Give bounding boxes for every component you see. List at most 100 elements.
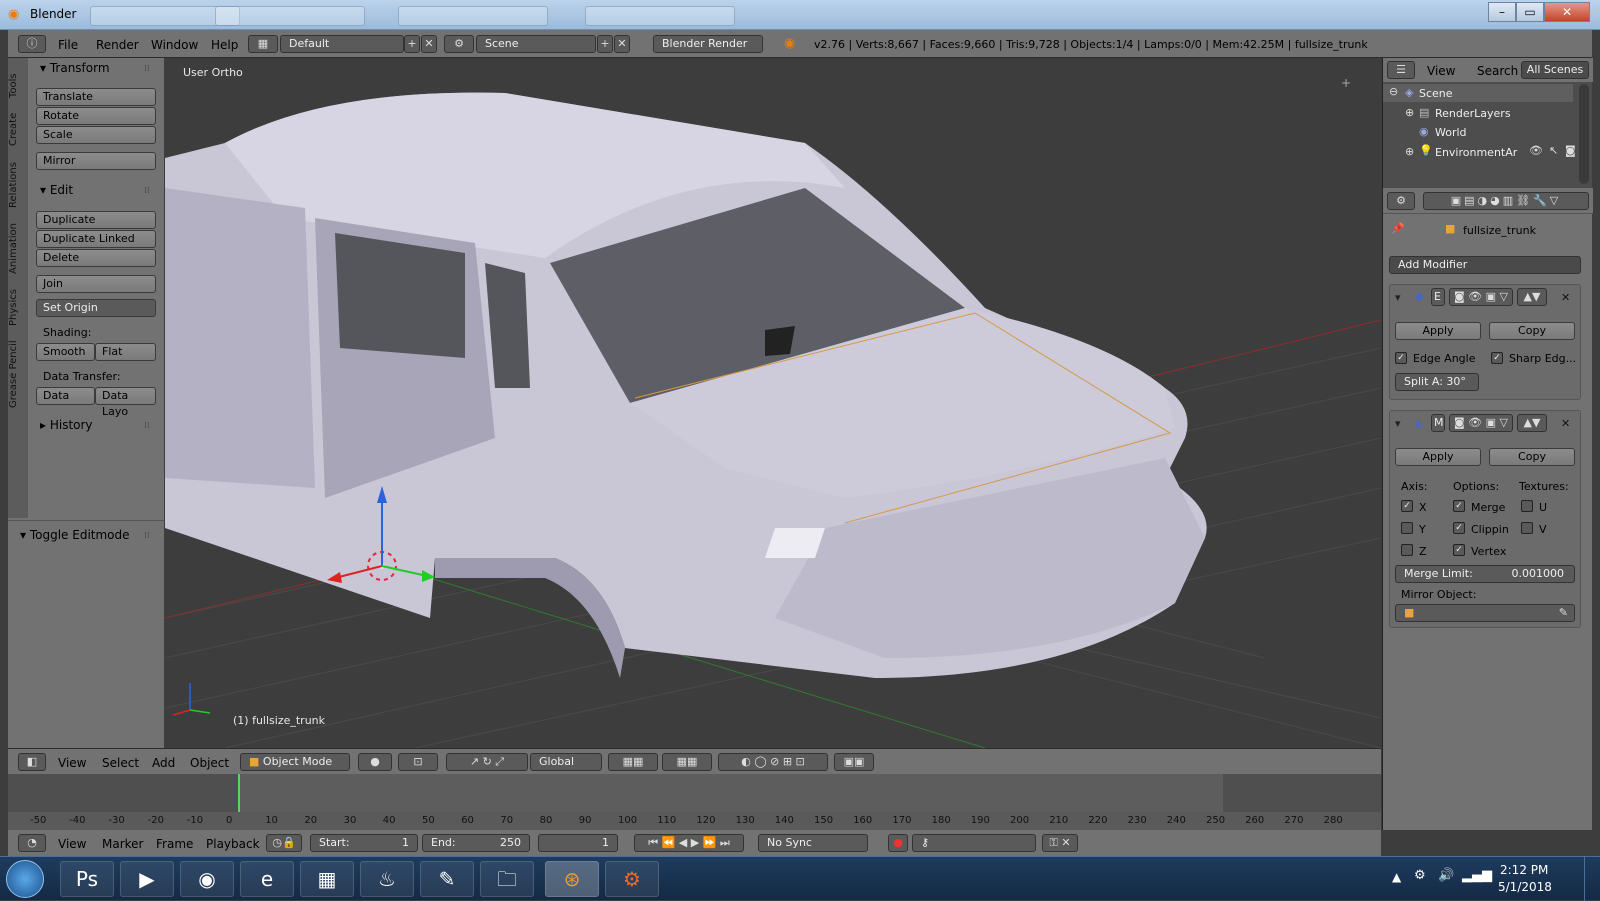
- transform-panel-title[interactable]: ▾ Transform: [40, 61, 110, 75]
- editor-type-3dview-icon[interactable]: ◧: [18, 753, 46, 771]
- end-frame-field[interactable]: End: 250: [422, 834, 530, 852]
- menu-object[interactable]: Object: [190, 756, 229, 770]
- expand-icon[interactable]: ⊕: [1405, 145, 1414, 158]
- edge-angle-checkbox[interactable]: ✓: [1395, 352, 1407, 364]
- data-button[interactable]: Data: [36, 387, 95, 405]
- drag-handle-icon[interactable]: ⁞⁞: [144, 531, 150, 541]
- mirror-button[interactable]: Mirror: [36, 152, 156, 170]
- viewport-expand-icon[interactable]: +: [1341, 76, 1351, 90]
- maximize-button[interactable]: ▭: [1516, 2, 1544, 22]
- menu-frame[interactable]: Frame: [156, 837, 193, 851]
- merge-checkbox[interactable]: ✓: [1453, 500, 1465, 512]
- render-preview-icon[interactable]: ▣▣: [834, 753, 874, 771]
- drag-handle-icon[interactable]: ⁞⁞: [144, 186, 150, 196]
- taskbar-media-icon[interactable]: ▶: [120, 861, 174, 897]
- use-preview-range-icon[interactable]: ◷🔒: [266, 834, 302, 852]
- modifier-visibility-icons[interactable]: ◙ 👁 ▣ ▽: [1449, 288, 1513, 306]
- clipping-checkbox[interactable]: ✓: [1453, 522, 1465, 534]
- display-mode-dropdown[interactable]: All Scenes: [1521, 61, 1589, 79]
- modifier-visibility-icons[interactable]: ◙ 👁 ▣ ▽: [1449, 414, 1513, 432]
- tray-signal-icon[interactable]: ▂▄▆: [1462, 868, 1492, 883]
- move-up-down-icon[interactable]: ▲▼: [1517, 414, 1547, 432]
- outliner-item-renderlayers[interactable]: RenderLayers: [1435, 107, 1511, 120]
- set-origin-dropdown[interactable]: Set Origin: [36, 299, 156, 317]
- taskbar-minecraft-icon[interactable]: ▦: [300, 861, 354, 897]
- copy-button[interactable]: Copy: [1489, 448, 1575, 466]
- collapse-icon[interactable]: ▾: [1395, 291, 1401, 304]
- menu-select[interactable]: Select: [102, 756, 139, 770]
- shading-mode-icon[interactable]: ●: [358, 753, 392, 771]
- translate-button[interactable]: Translate: [36, 88, 156, 106]
- duplicate-linked-button[interactable]: Duplicate Linked: [36, 230, 156, 248]
- expand-icon[interactable]: ⊖: [1389, 85, 1398, 98]
- split-angle-field[interactable]: Split A: 30°: [1395, 373, 1479, 391]
- collapse-icon[interactable]: ▾: [1395, 417, 1401, 430]
- tab-grease-pencil[interactable]: Grease Pencil: [8, 340, 19, 408]
- editor-type-timeline-icon[interactable]: ◔: [18, 834, 46, 852]
- start-button[interactable]: [6, 860, 44, 898]
- axis-y-checkbox[interactable]: [1401, 522, 1413, 534]
- start-frame-field[interactable]: Start: 1: [310, 834, 418, 852]
- browser-tab-ghost[interactable]: [215, 6, 365, 26]
- texture-v-checkbox[interactable]: [1521, 522, 1533, 534]
- render-engine-dropdown[interactable]: Blender Render: [653, 35, 763, 53]
- pivot-point-icon[interactable]: ⊡: [398, 753, 438, 771]
- mode-dropdown[interactable]: ■ Object Mode: [240, 753, 350, 771]
- car-body-mesh[interactable]: [165, 92, 1207, 679]
- remove-modifier-icon[interactable]: ✕: [1561, 291, 1570, 304]
- menu-file[interactable]: File: [58, 38, 78, 52]
- layout-field[interactable]: Default: [280, 35, 404, 53]
- taskbar-chrome-icon[interactable]: ◉: [180, 861, 234, 897]
- remove-modifier-icon[interactable]: ✕: [1561, 417, 1570, 430]
- editor-type-info-icon[interactable]: ⓘ: [18, 35, 46, 53]
- tray-volume-icon[interactable]: 🔊: [1438, 868, 1454, 883]
- layers-grid-2-icon[interactable]: ▦▦: [662, 753, 712, 771]
- axis-x-checkbox[interactable]: ✓: [1401, 500, 1413, 512]
- tab-create[interactable]: Create: [8, 113, 19, 146]
- edit-panel-title[interactable]: ▾ Edit: [40, 183, 73, 197]
- apply-button[interactable]: Apply: [1395, 448, 1481, 466]
- menu-outliner-view[interactable]: View: [1427, 64, 1455, 78]
- expand-icon[interactable]: ⊕: [1405, 106, 1414, 119]
- viewport-scene[interactable]: [165, 58, 1381, 748]
- browser-tab-ghost[interactable]: [398, 6, 548, 26]
- taskbar-blender-icon[interactable]: ⊛: [545, 861, 599, 897]
- outliner-item-world[interactable]: World: [1435, 126, 1467, 139]
- menu-marker[interactable]: Marker: [102, 837, 143, 851]
- screen-layout-icon[interactable]: ▦: [248, 35, 278, 53]
- current-frame-field[interactable]: 1: [538, 834, 618, 852]
- taskbar-photoshop-icon[interactable]: Ps: [60, 861, 114, 897]
- scene-icon[interactable]: ⚙: [444, 35, 474, 53]
- drag-handle-icon[interactable]: ⁞⁞: [144, 64, 150, 74]
- layers-grid-icon[interactable]: ▦▦: [608, 753, 658, 771]
- delete-button[interactable]: Delete: [36, 249, 156, 267]
- rotate-button[interactable]: Rotate: [36, 107, 156, 125]
- scale-button[interactable]: Scale: [36, 126, 156, 144]
- clock-date[interactable]: 5/1/2018: [1498, 880, 1552, 894]
- modifier-name-field[interactable]: M: [1431, 414, 1445, 432]
- merge-limit-field[interactable]: Merge Limit: 0.001000: [1395, 565, 1575, 583]
- close-button[interactable]: ✕: [1544, 2, 1590, 22]
- move-up-down-icon[interactable]: ▲▼: [1517, 288, 1547, 306]
- add-scene-icon[interactable]: +: [597, 35, 613, 53]
- menu-help[interactable]: Help: [211, 38, 238, 52]
- scene-field[interactable]: Scene: [476, 35, 596, 53]
- menu-outliner-search[interactable]: Search: [1477, 64, 1518, 78]
- taskbar-app-icon[interactable]: ⚙: [605, 861, 659, 897]
- browser-tab-ghost[interactable]: [585, 6, 735, 26]
- add-layout-icon[interactable]: +: [404, 35, 420, 53]
- taskbar-ie-icon[interactable]: e: [240, 861, 294, 897]
- keyframe-insert-icon[interactable]: ⚿ ✕: [1042, 834, 1078, 852]
- editor-type-outliner-icon[interactable]: ☰: [1387, 61, 1415, 79]
- copy-button[interactable]: Copy: [1489, 322, 1575, 340]
- tab-physics[interactable]: Physics: [8, 289, 19, 326]
- taskbar-notepad-icon[interactable]: ✎: [420, 861, 474, 897]
- vertex-groups-checkbox[interactable]: ✓: [1453, 544, 1465, 556]
- outliner-item-environment[interactable]: EnvironmentAr: [1435, 146, 1517, 159]
- texture-u-checkbox[interactable]: [1521, 500, 1533, 512]
- taskbar-steam-icon[interactable]: ♨: [360, 861, 414, 897]
- smooth-button[interactable]: Smooth: [36, 343, 95, 361]
- tray-network-icon[interactable]: ⚙: [1414, 868, 1426, 883]
- data-layout-button[interactable]: Data Layo: [95, 387, 156, 418]
- timeline[interactable]: -50 -40 -30 -20 -10 0 10 20 30 40 50 60 70 80 90 100 110…: [8, 774, 1381, 830]
